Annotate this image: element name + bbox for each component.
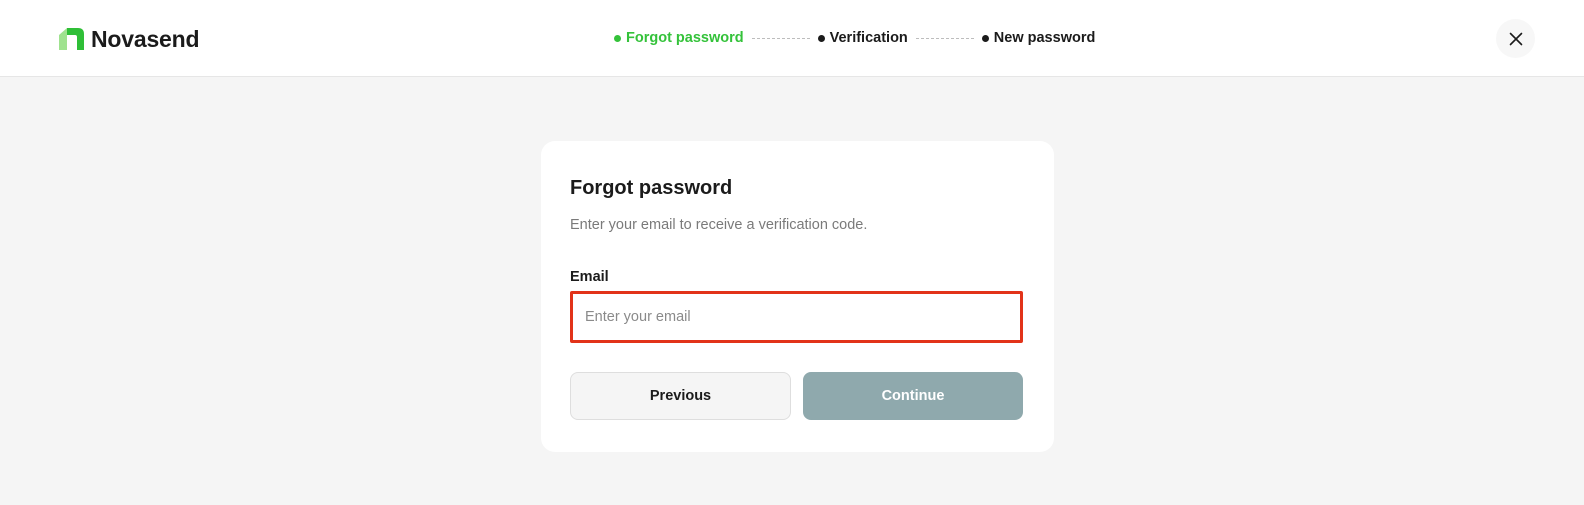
novasend-logo-icon bbox=[59, 28, 84, 50]
card-title: Forgot password bbox=[570, 177, 733, 199]
step-label: Forgot password bbox=[626, 30, 744, 46]
brand: Novasend bbox=[59, 26, 200, 52]
step-new-password: New password bbox=[981, 30, 1096, 46]
brand-name: Novasend bbox=[91, 26, 200, 52]
step-connector bbox=[915, 37, 974, 39]
step-forgot-password: Forgot password bbox=[614, 30, 744, 46]
forgot-password-card: Forgot password Enter your email to rece… bbox=[541, 141, 1054, 452]
close-button[interactable] bbox=[1496, 19, 1535, 58]
step-dot-icon bbox=[614, 34, 621, 42]
previous-button[interactable]: Previous bbox=[570, 372, 791, 420]
top-bar: Novasend Forgot password Verification Ne… bbox=[0, 0, 1584, 77]
step-connector bbox=[751, 37, 810, 39]
progress-stepper: Forgot password Verification New passwor… bbox=[614, 28, 1095, 48]
close-icon bbox=[1509, 32, 1522, 45]
step-dot-icon bbox=[817, 34, 825, 42]
step-label: New password bbox=[993, 30, 1096, 46]
card-subtitle: Enter your email to receive a verificati… bbox=[570, 217, 868, 233]
step-verification: Verification bbox=[817, 30, 908, 46]
step-label: Verification bbox=[829, 30, 908, 46]
email-label: Email bbox=[570, 269, 609, 285]
continue-button[interactable]: Continue bbox=[803, 372, 1023, 420]
email-input[interactable] bbox=[570, 291, 1023, 343]
step-dot-icon bbox=[981, 34, 989, 42]
